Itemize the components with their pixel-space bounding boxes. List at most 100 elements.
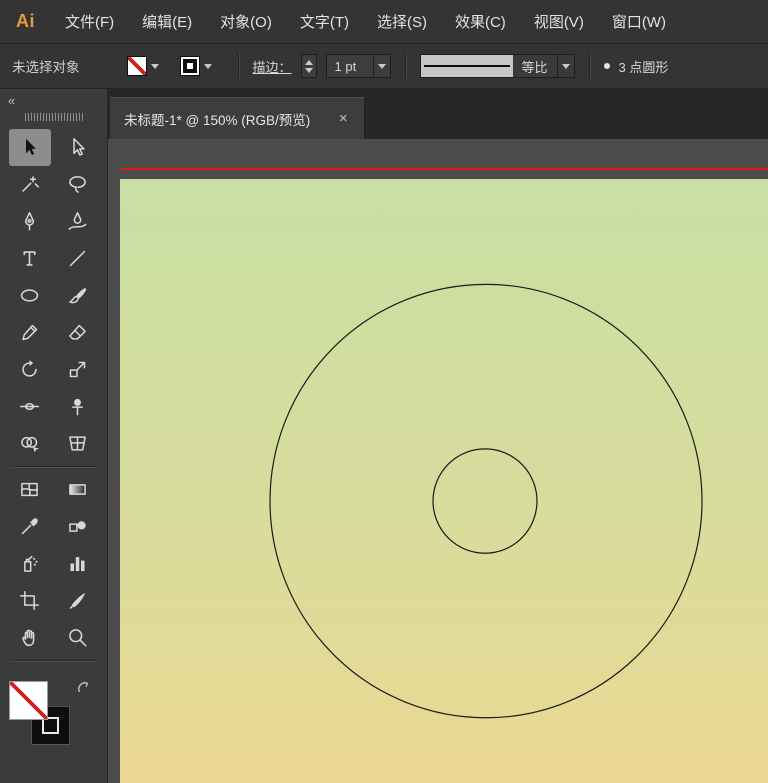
lasso-icon bbox=[68, 176, 86, 193]
artboard-tool[interactable] bbox=[9, 582, 51, 619]
main-row: « 未标题-1* @ 150% (RGB/预览) × bbox=[0, 89, 768, 783]
line-segment-icon bbox=[69, 250, 86, 267]
collapse-panel-button[interactable]: « bbox=[8, 93, 15, 108]
shaper-tool[interactable] bbox=[9, 314, 51, 351]
width-profile-dropdown-button[interactable] bbox=[556, 55, 574, 77]
column-graph-tool[interactable] bbox=[56, 545, 98, 582]
menu-item-file[interactable]: 文件(F) bbox=[51, 4, 128, 39]
artwork-circle[interactable] bbox=[432, 448, 538, 554]
illustrator-logo: Ai bbox=[16, 11, 35, 31]
perspective-grid-icon bbox=[68, 436, 86, 451]
perspective-grid-tool[interactable] bbox=[56, 425, 98, 462]
zoom-tool[interactable] bbox=[56, 619, 98, 656]
menu-item-view[interactable]: 视图(V) bbox=[520, 4, 598, 39]
paintbrush-tool[interactable] bbox=[56, 277, 98, 314]
type-tool[interactable] bbox=[9, 240, 51, 277]
eyedropper-tool[interactable] bbox=[9, 508, 51, 545]
stroke-weight-value: 1 pt bbox=[334, 58, 357, 74]
document-tab[interactable]: 未标题-1* @ 150% (RGB/预览) × bbox=[110, 97, 366, 139]
symbol-sprayer-icon bbox=[24, 555, 38, 572]
swap-fill-stroke-icon[interactable] bbox=[77, 681, 92, 696]
menu-item-type[interactable]: 文字(T) bbox=[286, 4, 363, 39]
curvature-tool[interactable] bbox=[56, 203, 98, 240]
chevron-down-icon bbox=[150, 63, 159, 69]
document-tab-bar: 未标题-1* @ 150% (RGB/预览) × bbox=[108, 89, 768, 139]
chevron-down-icon bbox=[561, 63, 570, 69]
stepper-down-icon bbox=[304, 67, 313, 73]
fill-stroke-indicator bbox=[0, 677, 107, 773]
toolbar-drag-handle-icon[interactable] bbox=[24, 113, 83, 121]
toolbar-divider bbox=[9, 466, 98, 467]
blend-icon bbox=[68, 521, 86, 532]
brush-definition-label: 3 点圆形 bbox=[618, 59, 669, 75]
tools-grid bbox=[0, 127, 107, 665]
pen-tool[interactable] bbox=[9, 203, 51, 240]
shape-builder-icon bbox=[21, 436, 40, 453]
artwork-circle[interactable] bbox=[269, 283, 703, 719]
illustrator-window: Ai 文件(F) 编辑(E) 对象(O) 文字(T) 选择(S) 效果(C) 视图(V) 窗口… bbox=[0, 0, 768, 783]
pen-icon bbox=[25, 211, 35, 231]
selection-icon bbox=[26, 138, 37, 156]
line-segment-tool[interactable] bbox=[56, 240, 98, 277]
stroke-profile-preview-icon bbox=[420, 55, 513, 77]
fill-swatch[interactable] bbox=[9, 681, 48, 720]
shaper-icon bbox=[22, 324, 38, 341]
stepper-up-icon bbox=[304, 59, 313, 65]
control-bar: 未选择对象 描边： 1 pt 等比 3 点圆形 bbox=[0, 44, 768, 89]
red-guide-line bbox=[120, 168, 768, 170]
selection-status: 未选择对象 bbox=[12, 60, 80, 75]
chevron-down-icon bbox=[203, 63, 212, 69]
ellipse-tool[interactable] bbox=[9, 277, 51, 314]
width-profile-dropdown[interactable]: 等比 bbox=[419, 54, 575, 78]
stroke-weight-label[interactable]: 描边： bbox=[253, 57, 292, 76]
width-icon bbox=[20, 402, 40, 411]
workspace: 未标题-1* @ 150% (RGB/预览) × bbox=[108, 89, 768, 783]
mesh-tool[interactable] bbox=[9, 471, 51, 508]
direct-selection-tool[interactable] bbox=[56, 129, 98, 166]
document-tab-title: 未标题-1* @ 150% (RGB/预览) bbox=[124, 112, 311, 128]
menu-item-select[interactable]: 选择(S) bbox=[363, 4, 441, 39]
artboard-icon bbox=[20, 590, 40, 611]
symbol-sprayer-tool[interactable] bbox=[9, 545, 51, 582]
slice-icon bbox=[69, 592, 85, 609]
menu-item-edit[interactable]: 编辑(E) bbox=[128, 4, 206, 39]
menu-item-effect[interactable]: 效果(C) bbox=[441, 4, 520, 39]
tab-close-button[interactable]: × bbox=[336, 110, 350, 127]
width-profile-label: 等比 bbox=[521, 59, 548, 75]
artwork-svg bbox=[269, 283, 703, 719]
brush-definition-dropdown[interactable]: 3 点圆形 bbox=[603, 57, 669, 76]
separator bbox=[237, 53, 239, 79]
stroke-weight-field[interactable]: 1 pt bbox=[325, 54, 391, 78]
canvas-pasteboard[interactable] bbox=[108, 139, 768, 783]
menu-item-object[interactable]: 对象(O) bbox=[206, 4, 286, 39]
magic-wand-icon bbox=[22, 176, 40, 192]
eyedropper-icon bbox=[21, 518, 39, 535]
stroke-weight-stepper[interactable] bbox=[300, 54, 317, 78]
fill-color-dropdown[interactable] bbox=[126, 56, 159, 76]
width-tool[interactable] bbox=[9, 388, 51, 425]
tools-panel: « bbox=[0, 89, 108, 783]
artboard[interactable] bbox=[120, 179, 768, 783]
magic-wand-tool[interactable] bbox=[9, 166, 51, 203]
separator bbox=[404, 53, 406, 79]
direct-selection-icon bbox=[72, 137, 85, 156]
blend-tool[interactable] bbox=[56, 508, 98, 545]
stroke-color-dropdown[interactable] bbox=[179, 56, 212, 76]
slice-tool[interactable] bbox=[56, 582, 98, 619]
stroke-weight-dropdown-button[interactable] bbox=[372, 55, 390, 77]
menu-item-window[interactable]: 窗口(W) bbox=[598, 4, 680, 39]
chevron-down-icon bbox=[377, 63, 386, 69]
free-transform-icon bbox=[71, 398, 83, 416]
hand-icon bbox=[22, 629, 35, 647]
gradient-icon bbox=[68, 484, 86, 495]
hand-tool[interactable] bbox=[9, 619, 51, 656]
free-transform-tool[interactable] bbox=[56, 388, 98, 425]
selection-tool[interactable] bbox=[8, 129, 51, 166]
rotate-tool[interactable] bbox=[9, 351, 51, 388]
gradient-tool[interactable] bbox=[56, 471, 98, 508]
scale-tool[interactable] bbox=[56, 351, 98, 388]
eraser-tool[interactable] bbox=[56, 314, 98, 351]
column-graph-icon bbox=[70, 557, 85, 572]
lasso-tool[interactable] bbox=[56, 166, 98, 203]
shape-builder-tool[interactable] bbox=[9, 425, 51, 462]
